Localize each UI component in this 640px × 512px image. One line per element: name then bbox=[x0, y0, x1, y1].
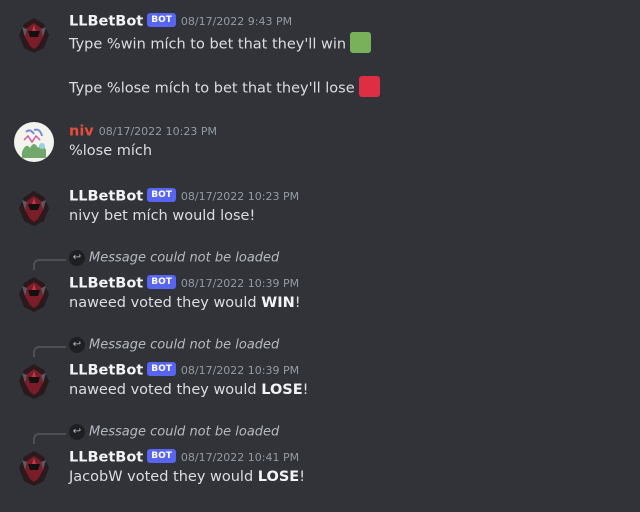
message-content: nivy bet mích would lose! bbox=[69, 208, 256, 224]
user-avatar[interactable] bbox=[14, 122, 54, 162]
message-content: naweed voted they would WIN! bbox=[69, 295, 301, 311]
message-content: %lose mích bbox=[69, 143, 153, 159]
message-text: ! bbox=[302, 382, 309, 398]
reply-preview[interactable]: ↩ Message could not be loaded bbox=[69, 424, 279, 440]
message-text: JacobW voted they would bbox=[69, 469, 258, 485]
reply-arrow-icon: ↩ bbox=[69, 250, 85, 266]
timestamp: 08/17/2022 9:43 PM bbox=[180, 15, 293, 28]
reply-spine bbox=[33, 433, 66, 444]
reply-spine bbox=[33, 346, 66, 357]
username[interactable]: LLBetBot bbox=[69, 14, 143, 30]
message-bold-text: LOSE bbox=[261, 382, 303, 398]
message-content-line: Type %win mích to bet that they'll win bbox=[69, 32, 372, 55]
message-text: ! bbox=[294, 295, 301, 311]
green-square-emoji-icon bbox=[350, 32, 372, 53]
username[interactable]: LLBetBot bbox=[69, 363, 143, 379]
bot-avatar[interactable] bbox=[14, 15, 54, 55]
bot-avatar[interactable] bbox=[14, 448, 54, 488]
message-content-line: Type %lose mích to bet that they'll lose bbox=[69, 76, 380, 99]
username[interactable]: LLBetBot bbox=[69, 189, 143, 205]
red-square-emoji-icon bbox=[358, 76, 380, 97]
timestamp: 08/17/2022 10:23 PM bbox=[98, 125, 217, 138]
bot-avatar[interactable] bbox=[14, 188, 54, 228]
reply-preview[interactable]: ↩ Message could not be loaded bbox=[69, 250, 279, 266]
message-bold-text: LOSE bbox=[257, 469, 300, 485]
timestamp: 08/17/2022 10:39 PM bbox=[180, 277, 300, 290]
message-header: LLBetBot BOT 08/17/2022 10:39 PM bbox=[69, 360, 299, 380]
message-header: LLBetBot BOT 08/17/2022 10:41 PM bbox=[69, 447, 299, 467]
bot-tag: BOT bbox=[147, 448, 176, 463]
message-header: LLBetBot BOT 08/17/2022 9:43 PM bbox=[69, 11, 292, 31]
username[interactable]: niv bbox=[69, 124, 94, 140]
message-text: naweed voted they would bbox=[69, 382, 262, 398]
timestamp: 08/17/2022 10:23 PM bbox=[180, 190, 300, 203]
message-text: Type %lose mích to bet that they'll lose bbox=[69, 80, 355, 97]
bot-tag: BOT bbox=[147, 361, 176, 376]
bot-tag: BOT bbox=[147, 12, 176, 27]
message-text: naweed voted they would bbox=[69, 295, 262, 311]
message-text: Type %win mích to bet that they'll win bbox=[69, 36, 347, 53]
reply-text: Message could not be loaded bbox=[89, 250, 280, 266]
message-header: LLBetBot BOT 08/17/2022 10:23 PM bbox=[69, 186, 299, 206]
message-content: JacobW voted they would LOSE! bbox=[69, 469, 305, 485]
message-text: ! bbox=[299, 469, 306, 485]
timestamp: 08/17/2022 10:39 PM bbox=[180, 364, 300, 377]
reply-spine bbox=[33, 259, 66, 270]
reply-arrow-icon: ↩ bbox=[69, 337, 85, 353]
message-header: niv 08/17/2022 10:23 PM bbox=[69, 121, 217, 141]
message-header: LLBetBot BOT 08/17/2022 10:39 PM bbox=[69, 273, 299, 293]
reply-text: Message could not be loaded bbox=[89, 424, 280, 440]
bot-tag: BOT bbox=[147, 274, 176, 289]
bot-avatar[interactable] bbox=[14, 361, 54, 401]
timestamp: 08/17/2022 10:41 PM bbox=[180, 451, 300, 464]
username[interactable]: LLBetBot bbox=[69, 450, 143, 466]
message-bold-text: WIN bbox=[261, 295, 295, 311]
reply-text: Message could not be loaded bbox=[89, 337, 280, 353]
bot-avatar[interactable] bbox=[14, 274, 54, 314]
message-content: naweed voted they would LOSE! bbox=[69, 382, 308, 398]
bot-tag: BOT bbox=[147, 187, 176, 202]
reply-preview[interactable]: ↩ Message could not be loaded bbox=[69, 337, 279, 353]
username[interactable]: LLBetBot bbox=[69, 276, 143, 292]
reply-arrow-icon: ↩ bbox=[69, 424, 85, 440]
